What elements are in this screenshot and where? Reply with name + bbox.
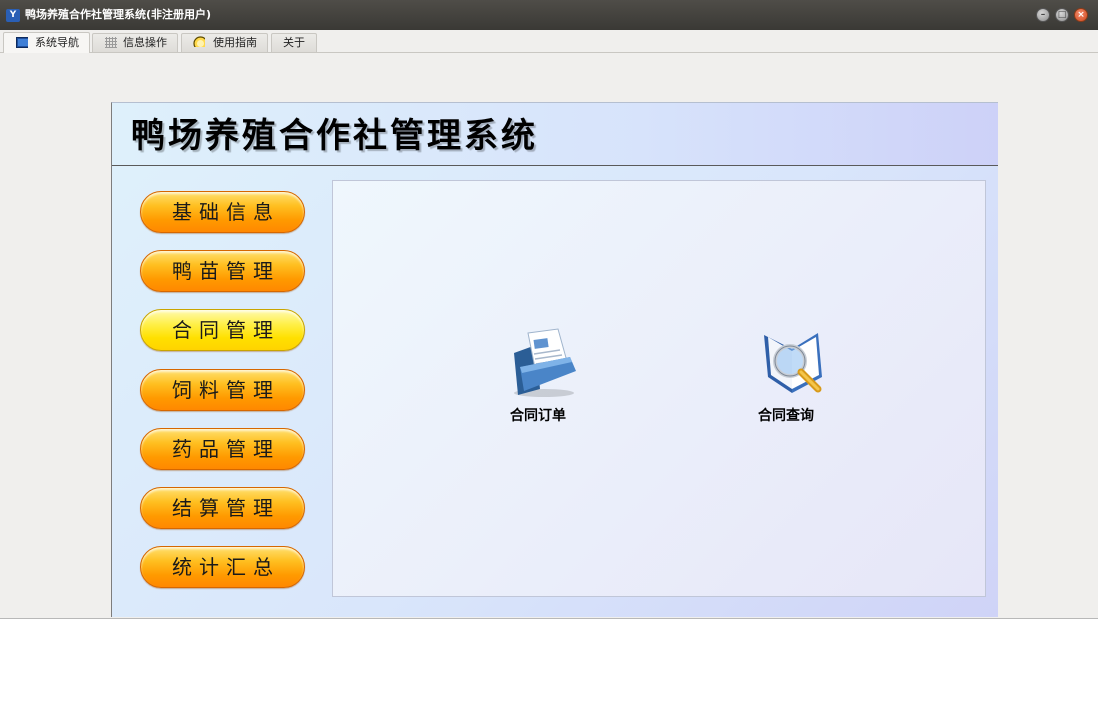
nav-button-label: 药品管理 (172, 437, 280, 461)
help-icon (193, 36, 205, 47)
tab-user-guide[interactable]: 使用指南 (181, 33, 268, 52)
contract-order-label: 合同订单 (510, 408, 566, 424)
document-folder-icon (514, 328, 576, 397)
nav-button-basic-info[interactable]: 基础信息 (140, 191, 305, 233)
tab-label: 关于 (283, 36, 305, 49)
nav-button-feed[interactable]: 饲料管理 (140, 369, 305, 411)
nav-button-settlement[interactable]: 结算管理 (140, 487, 305, 529)
nav-button-label: 饲料管理 (172, 378, 280, 402)
nav-button-statistics[interactable]: 统计汇总 (140, 546, 305, 588)
tab-label: 系统导航 (35, 36, 79, 49)
tab-label: 信息操作 (123, 36, 167, 49)
page-title: 鸭场养殖合作社管理系统 (131, 116, 538, 156)
close-button[interactable]: × (1074, 8, 1088, 22)
monitor-icon (16, 37, 28, 48)
content-area: 合同订单 合同查询 (332, 180, 986, 597)
nav-button-label: 结算管理 (172, 496, 280, 520)
tab-about[interactable]: 关于 (271, 33, 317, 52)
nav-button-label: 合同管理 (172, 318, 280, 342)
title-bar[interactable]: Y 鸭场养殖合作社管理系统(非注册用户) – □ × (0, 0, 1098, 30)
close-icon: × (1077, 10, 1085, 20)
maximize-icon: □ (1057, 10, 1067, 20)
nav-button-contract[interactable]: 合同管理 (140, 309, 305, 351)
nav-button-duckling[interactable]: 鸭苗管理 (140, 250, 305, 292)
tab-label: 使用指南 (213, 36, 257, 49)
nav-button-label: 统计汇总 (172, 555, 280, 579)
minimize-icon: – (1040, 10, 1046, 20)
contract-order-item[interactable]: 合同订单 (478, 327, 598, 437)
nav-button-medicine[interactable]: 药品管理 (140, 428, 305, 470)
minimize-button[interactable]: – (1036, 8, 1050, 22)
nav-button-label: 基础信息 (172, 200, 280, 224)
app-logo-icon: Y (6, 9, 20, 22)
contract-query-item[interactable]: 合同查询 (726, 327, 846, 437)
grid-icon (105, 37, 117, 48)
maximize-button[interactable]: □ (1055, 8, 1069, 22)
tab-info-operation[interactable]: 信息操作 (92, 33, 178, 52)
tab-system-navigation[interactable]: 系统导航 (3, 32, 90, 53)
nav-button-label: 鸭苗管理 (172, 259, 280, 283)
window-title: 鸭场养殖合作社管理系统(非注册用户) (25, 8, 212, 21)
header-banner: 鸭场养殖合作社管理系统 (112, 103, 998, 166)
app-window: Y 鸭场养殖合作社管理系统(非注册用户) – □ × 系统导航 信息操作 使用指… (0, 0, 1098, 619)
main-panel: 鸭场养殖合作社管理系统 基础信息 鸭苗管理 合同管理 饲料管理 药品管理 结算管… (111, 102, 998, 617)
tab-bar: 系统导航 信息操作 使用指南 关于 (0, 30, 1098, 53)
magnifier-book-icon (764, 333, 822, 393)
contract-query-label: 合同查询 (758, 408, 814, 424)
